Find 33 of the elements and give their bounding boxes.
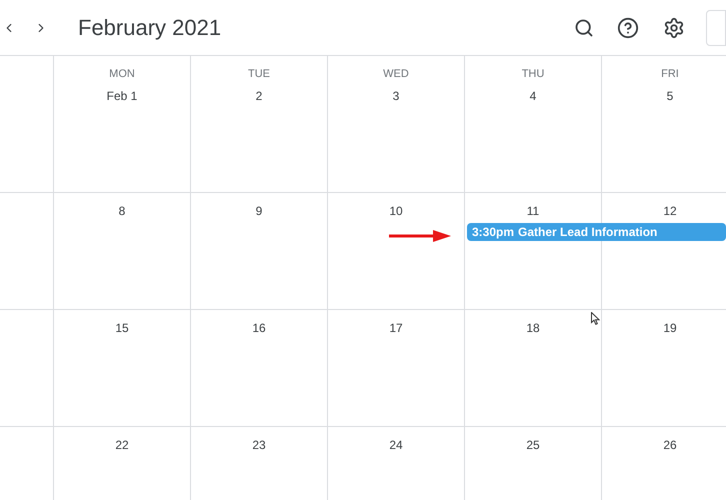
day-number[interactable]: Feb 1 <box>106 86 138 104</box>
day-number[interactable]: 3 <box>392 86 400 104</box>
day-number[interactable]: 22 <box>115 436 129 454</box>
day-number[interactable]: 15 <box>115 319 129 337</box>
month-title: February 2021 <box>78 14 222 42</box>
day-number[interactable]: 23 <box>252 436 266 454</box>
day-number[interactable]: 11 <box>526 202 540 220</box>
search-icon <box>574 18 594 38</box>
day-number[interactable]: 2 <box>256 86 262 104</box>
weekday-label: WED <box>383 67 409 82</box>
day-number[interactable]: 8 <box>118 202 126 220</box>
weekday-label: FRI <box>661 67 679 82</box>
day-number[interactable]: 26 <box>663 436 677 454</box>
day-number[interactable]: 16 <box>252 319 266 337</box>
day-number[interactable]: 24 <box>389 436 403 454</box>
day-number[interactable]: 25 <box>526 436 540 454</box>
mouse-cursor-icon <box>591 312 600 325</box>
weekday-label: THU <box>522 67 544 82</box>
day-number[interactable]: 10 <box>389 202 403 220</box>
day-number[interactable]: 12 <box>663 202 677 220</box>
day-number[interactable]: 17 <box>389 319 403 337</box>
help-icon <box>617 16 639 38</box>
weekday-label: MON <box>109 67 135 82</box>
day-number[interactable]: 18 <box>526 319 540 337</box>
help-button[interactable] <box>616 16 640 40</box>
day-number[interactable]: 19 <box>663 319 677 337</box>
day-number[interactable]: 9 <box>256 202 262 220</box>
weekday-label: TUE <box>248 67 270 82</box>
settings-button[interactable] <box>662 16 686 40</box>
settings-icon <box>663 16 685 38</box>
day-number[interactable]: 5 <box>666 86 674 104</box>
day-number[interactable]: 4 <box>530 86 536 104</box>
pointer-arrow <box>389 229 451 243</box>
